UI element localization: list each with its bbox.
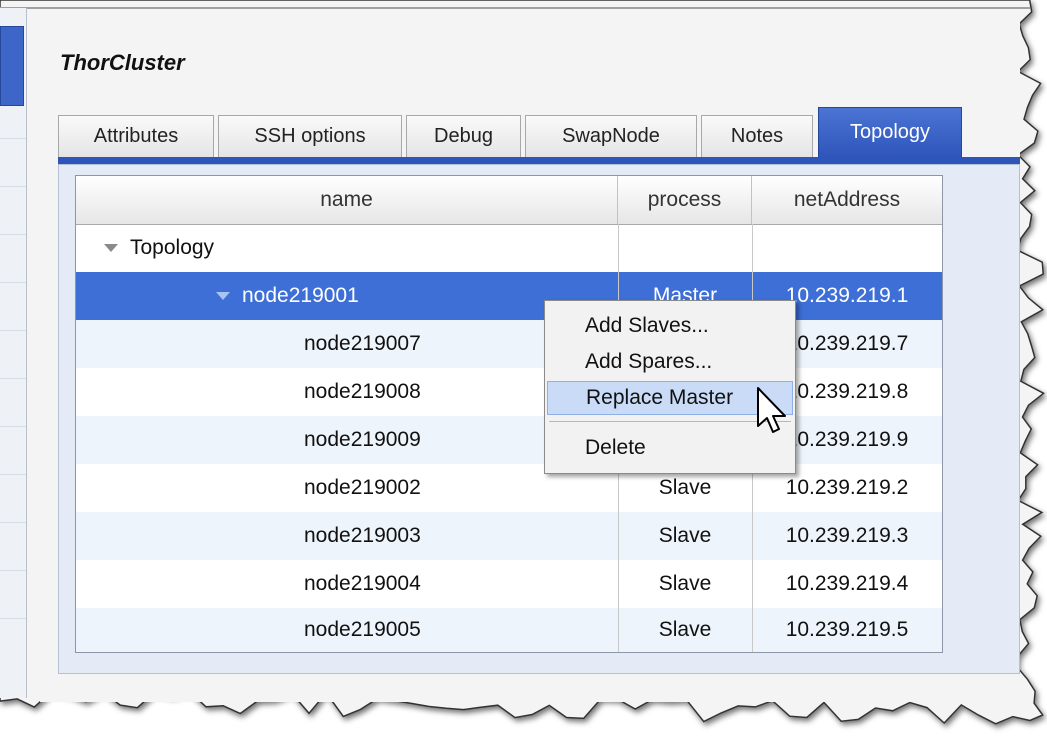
row-netaddress: 10.239.219.4 [785,572,909,595]
row-name: node219003 [304,524,421,547]
row-name: Topology [104,224,614,272]
row-name: node219004 [304,572,421,595]
menu-separator [549,421,791,422]
divider [0,330,26,331]
triangle-down-icon[interactable] [104,244,118,252]
divider [0,570,26,571]
divider [0,522,26,523]
left-panel-selection [0,26,24,106]
divider [0,234,26,235]
tab-debug[interactable]: Debug [406,115,521,157]
table-row[interactable]: node219003 Slave 10.239.219.3 [76,512,942,560]
tab-underline [58,157,1020,164]
table-header: name process netAddress [76,176,942,225]
table-row[interactable]: node219005 Slave 10.239.219.5 [76,608,942,652]
tab-notes[interactable]: Notes [701,115,813,157]
divider [0,378,26,379]
divider [0,282,26,283]
triangle-down-icon[interactable] [216,292,230,300]
divider [0,474,26,475]
menu-item-add-slaves[interactable]: Add Slaves... [547,309,793,343]
menu-item-add-spares[interactable]: Add Spares... [547,345,793,379]
page-title: ThorCluster [60,50,185,75]
table-row[interactable]: node219004 Slave 10.239.219.4 [76,560,942,608]
topology-content: name process netAddress Topology node219… [58,164,1020,674]
tab-swapnode[interactable]: SwapNode [525,115,697,157]
row-netaddress: 10.239.219.3 [785,524,909,547]
row-process: Slave [658,572,712,595]
row-netaddress: 10.239.219.5 [785,618,909,641]
row-name-label: node219001 [242,284,359,307]
tab-ssh-options[interactable]: SSH options [218,115,402,157]
divider [0,618,26,619]
column-header-name[interactable]: name [76,176,618,224]
left-panel-strip [0,8,27,698]
tree-row-node219001[interactable]: node219001 Master 10.239.219.1 [76,272,942,320]
table-row[interactable]: node219008 10.239.219.8 [76,368,942,416]
row-process: Slave [658,524,712,547]
tree-row-topology[interactable]: Topology [76,224,942,272]
arrow-cursor-icon [757,387,786,433]
table-row[interactable]: node219009 10.239.219.9 [76,416,942,464]
tab-attributes[interactable]: Attributes [58,115,214,157]
topology-table: name process netAddress Topology node219… [75,175,943,653]
column-header-process[interactable]: process [618,176,752,224]
divider [0,186,26,187]
table-row[interactable]: node219007 10.239.219.7 [76,320,942,368]
cluster-panel: ThorCluster Attributes SSH options Debug… [40,12,1020,702]
row-process: Slave [658,618,712,641]
divider [0,138,26,139]
row-name-label: Topology [130,236,215,259]
column-header-netaddress[interactable]: netAddress [752,176,942,224]
row-name: node219005 [304,618,421,641]
divider [0,426,26,427]
table-row[interactable]: node219002 Slave 10.239.219.2 [76,464,942,512]
tab-topology[interactable]: Topology [818,107,962,157]
